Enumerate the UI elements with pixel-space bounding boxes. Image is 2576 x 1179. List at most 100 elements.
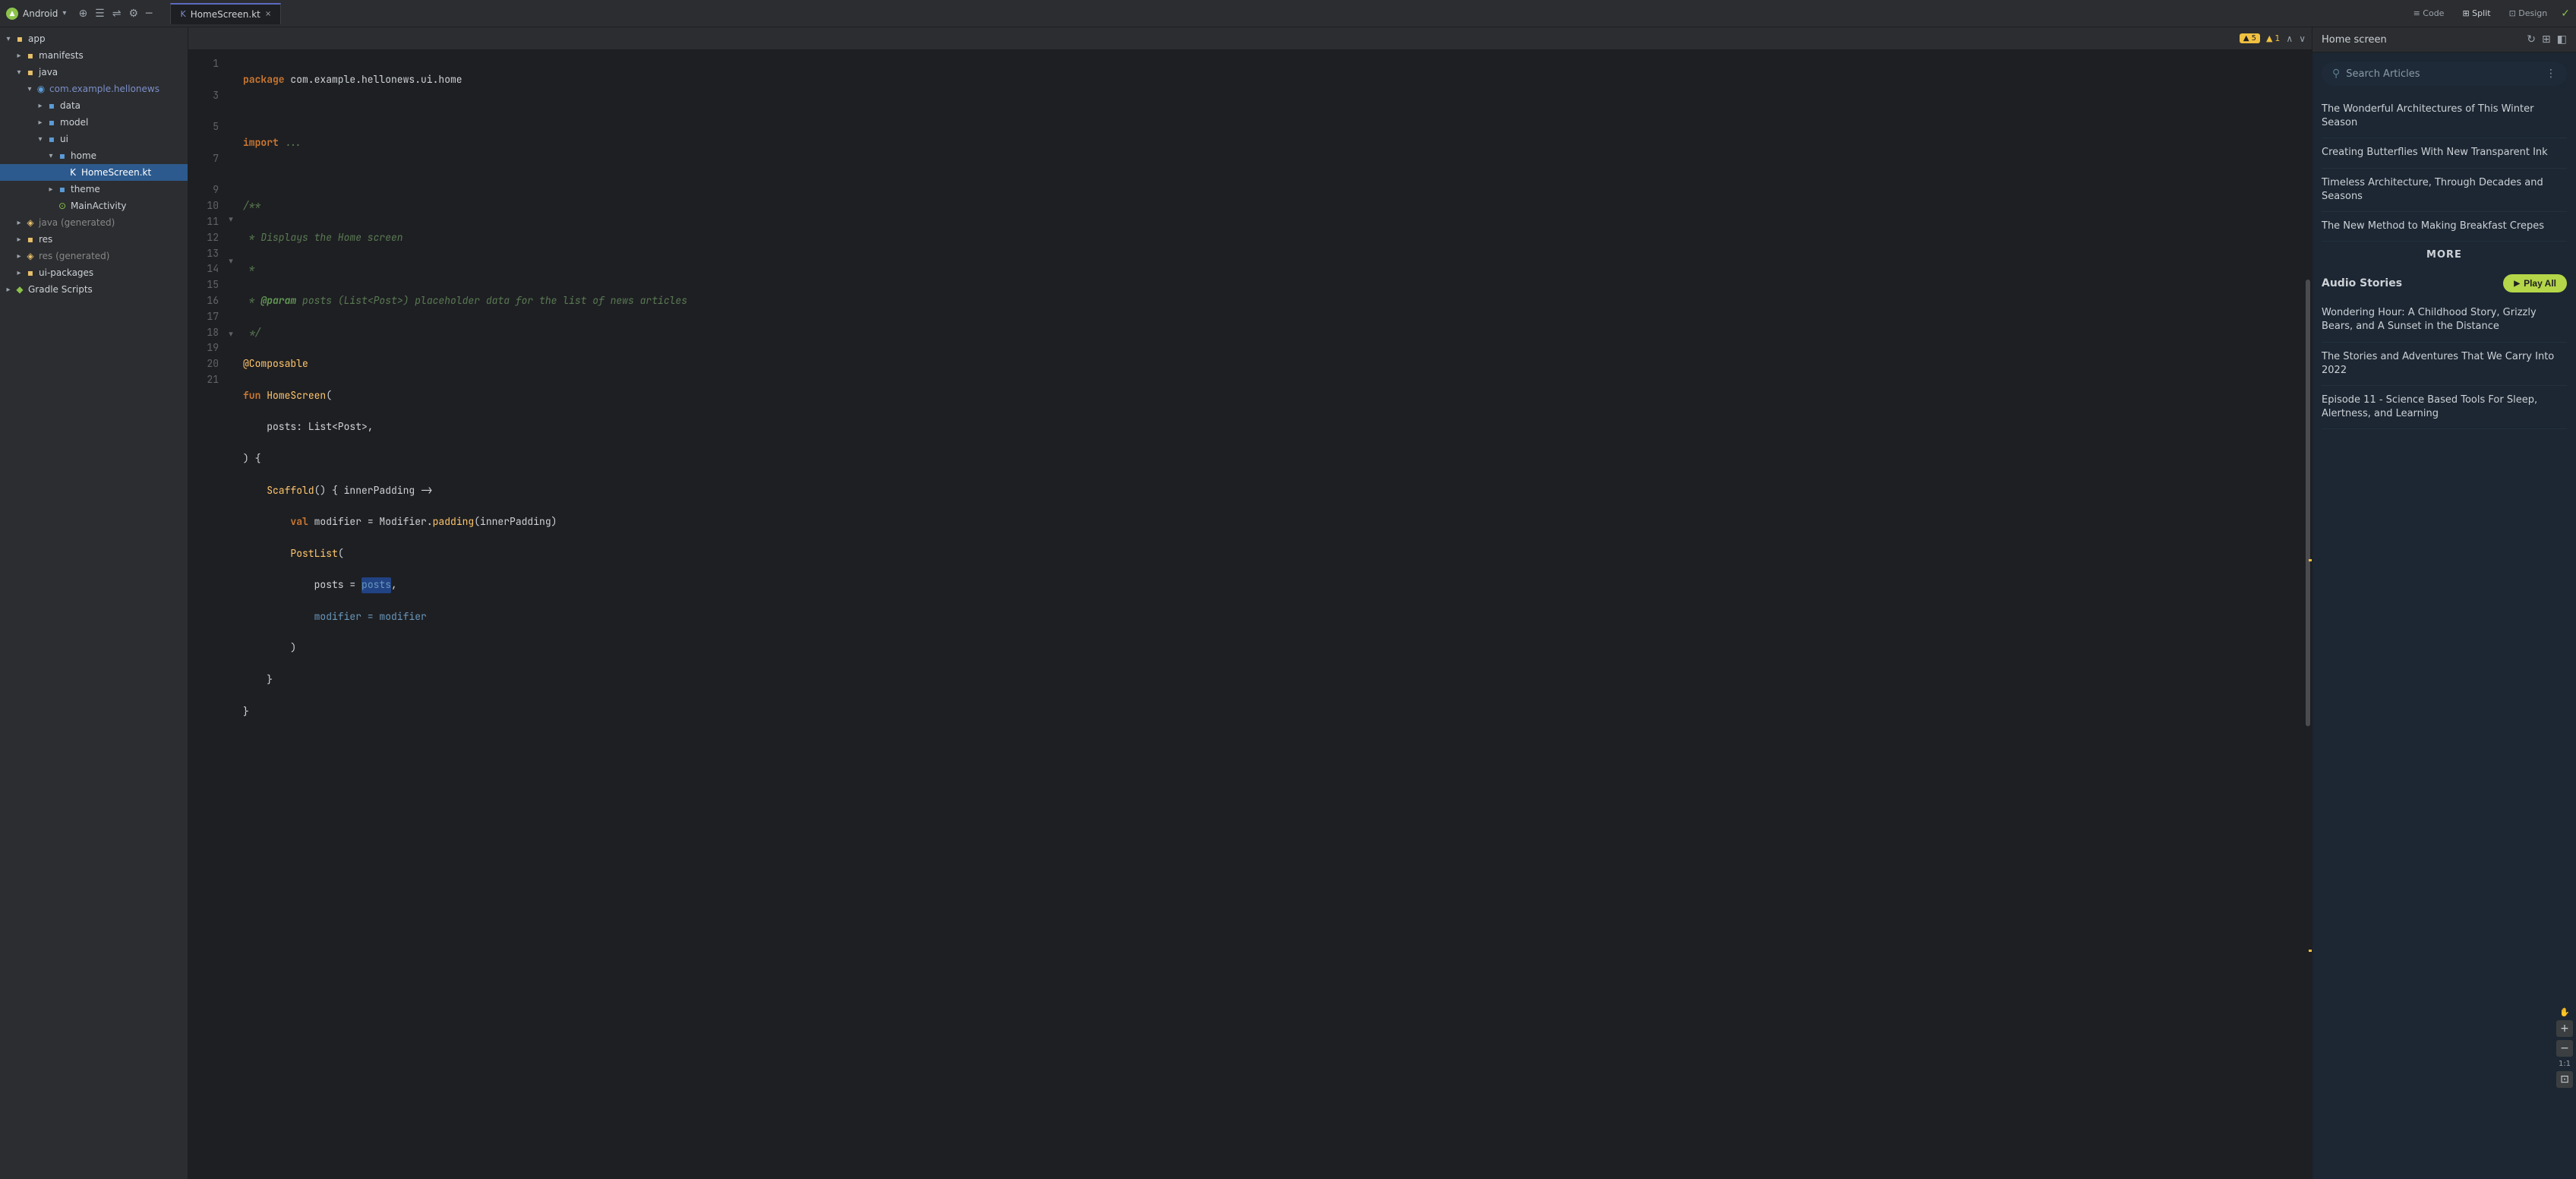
tab-label: HomeScreen.kt [191,9,260,20]
editor-scrollbar[interactable] [2304,56,2312,1173]
zoom-in-button[interactable]: + [2556,1020,2573,1037]
editor-toolbar: ▲ 5 ▲ 1 ∧ ∨ [188,27,2312,50]
code-mode-btn[interactable]: ≡ Code [2409,7,2449,20]
code-text: ( [338,546,344,562]
tab-close-icon[interactable]: × [265,10,271,18]
code-line-16: PostList( [243,546,2292,562]
audio-item-1[interactable]: Wondering Hour: A Childhood Story, Grizz… [2322,299,2567,342]
code-text: * [243,293,260,309]
sidebar-item-theme[interactable]: ▸ ▪ theme [0,181,188,198]
zoom-controls: ✋ + − 1:1 ⊡ [2556,1007,2573,1088]
more-button[interactable]: MORE [2322,241,2567,268]
top-bar-icons: ⊕ ☰ ⇌ ⚙ ─ [78,8,152,20]
sidebar-item-app[interactable]: ▾ ▪ app [0,30,188,47]
sidebar-item-java[interactable]: ▾ ▪ java [0,64,188,81]
code-text: posts = [243,577,361,593]
code-text: (innerPadding) [474,514,557,530]
sidebar-item-package[interactable]: ▾ ◉ com.example.hellonews [0,81,188,97]
layout-icon[interactable]: ⊞ [2542,33,2551,46]
arrow-icon: ▸ [14,52,24,60]
right-panel: Home screen ↻ ⊞ ◧ ⚲ Search Articles ⋮ Th… [2312,27,2576,1179]
code-line-3: import ... [243,135,2292,151]
fold-icon-scaffold[interactable]: ▾ [225,256,237,266]
arrow-icon: ▾ [24,85,35,93]
sidebar-label-ui: ui [60,134,68,144]
folder-icon: ▪ [46,134,58,144]
code-text: * Displays the Home screen [243,230,403,246]
arrow-icon: ▸ [14,235,24,244]
code-line-2 [243,103,2292,119]
sidebar-item-ui-packages[interactable]: ▸ ▪ ui-packages [0,264,188,281]
code-line-18: modifier = modifier [243,609,2292,625]
fold-icon-composable[interactable]: ▾ [225,214,237,224]
code-text: ) { [243,451,260,467]
keyword: import [243,135,279,151]
fold-icon-close[interactable]: ▾ [225,329,237,339]
search-icon: ⚲ [2332,68,2340,80]
code-container[interactable]: 1 3 5 7 9 10 11 12 13 14 15 16 17 18 19 [188,50,2312,1179]
refresh-icon[interactable]: ↻ [2527,33,2536,46]
sidebar-label-manifests: manifests [39,50,84,61]
scrollbar-marker-1 [2309,559,2312,561]
sidebar-item-data[interactable]: ▸ ▪ data [0,97,188,114]
folder-icon: ▪ [24,267,36,278]
search-menu-icon[interactable]: ⋮ [2546,68,2556,80]
article-item-3[interactable]: Timeless Architecture, Through Decades a… [2322,169,2567,212]
code-text: */ [243,325,260,341]
search-bar[interactable]: ⚲ Search Articles ⋮ [2322,62,2567,86]
sidebar-label-ui-packages: ui-packages [39,267,93,278]
play-icon: ▶ [2514,280,2520,288]
article-title: The New Method to Making Breakfast Crepe… [2322,220,2544,232]
sidebar-item-home[interactable]: ▾ ▪ home [0,147,188,164]
article-item-4[interactable]: The New Method to Making Breakfast Crepe… [2322,212,2567,241]
code-text: HomeScreen [267,388,326,404]
gutter: ▾ ▾ ▾ [225,56,237,1173]
article-item-1[interactable]: The Wonderful Architectures of This Wint… [2322,95,2567,138]
sidebar-item-homescreen-kt[interactable]: K HomeScreen.kt [0,164,188,181]
minus-icon[interactable]: ─ [146,8,152,20]
platform-selector[interactable]: ▲ Android ▾ [6,8,66,20]
code-text: ( [326,388,332,404]
arrow-icon: ▸ [35,119,46,127]
code-text: posts: List<Post>, [243,419,374,435]
code-line-13: ) { [243,451,2292,467]
sidebar-item-res-generated[interactable]: ▸ ◈ res (generated) [0,248,188,264]
sidebar-item-manifests[interactable]: ▸ ▪ manifests [0,47,188,64]
tab-homescreen[interactable]: K HomeScreen.kt × [170,3,281,24]
arrow-icon: ▸ [14,219,24,227]
audio-item-2[interactable]: The Stories and Adventures That We Carry… [2322,343,2567,386]
folder-icon: ◈ [24,217,36,228]
fit-button[interactable]: ⊡ [2556,1071,2573,1088]
hand-icon[interactable]: ✋ [2559,1007,2570,1017]
globe-icon[interactable]: ⊕ [78,8,87,20]
article-item-2[interactable]: Creating Butterflies With New Transparen… [2322,138,2567,168]
play-all-button[interactable]: ▶ Play All [2503,274,2567,292]
list-icon[interactable]: ☰ [95,8,105,20]
chevron-up-icon[interactable]: ∧ [2286,33,2293,44]
code-text [243,483,267,499]
gear-icon[interactable]: ⚙ [128,8,138,20]
arrows-icon[interactable]: ⇌ [112,8,122,20]
sidebar-item-model[interactable]: ▸ ▪ model [0,114,188,131]
split-mode-btn[interactable]: ⊞ Split [2458,7,2495,20]
audio-item-3[interactable]: Episode 11 - Science Based Tools For Sle… [2322,386,2567,429]
design-mode-btn[interactable]: ⊡ Design [2505,7,2552,20]
sidebar-label-app: app [28,33,46,44]
arrow-icon: ▾ [46,152,56,160]
folder-icon: ▪ [46,117,58,128]
chevron-down-icon[interactable]: ∨ [2299,33,2306,44]
sidebar-item-mainactivity[interactable]: ⊙ MainActivity [0,198,188,214]
zoom-out-button[interactable]: − [2556,1040,2573,1057]
right-panel-header: Home screen ↻ ⊞ ◧ [2312,27,2576,52]
sidebar-item-res[interactable]: ▸ ▪ res [0,231,188,248]
scrollbar-marker-2 [2309,950,2312,952]
audio-section: Audio Stories ▶ Play All Wondering Hour:… [2322,274,2567,429]
code-text: } [243,704,249,720]
sidebar-item-ui[interactable]: ▾ ▪ ui [0,131,188,147]
sidebar-item-java-generated[interactable]: ▸ ◈ java (generated) [0,214,188,231]
preview-content[interactable]: ⚲ Search Articles ⋮ The Wonderful Archit… [2312,52,2576,1179]
layers-icon[interactable]: ◧ [2557,33,2567,46]
search-placeholder: Search Articles [2346,68,2540,80]
code-editor[interactable]: package com.example.hellonews.ui.home im… [237,56,2304,1173]
sidebar-item-gradle-scripts[interactable]: ▸ ◆ Gradle Scripts [0,281,188,298]
